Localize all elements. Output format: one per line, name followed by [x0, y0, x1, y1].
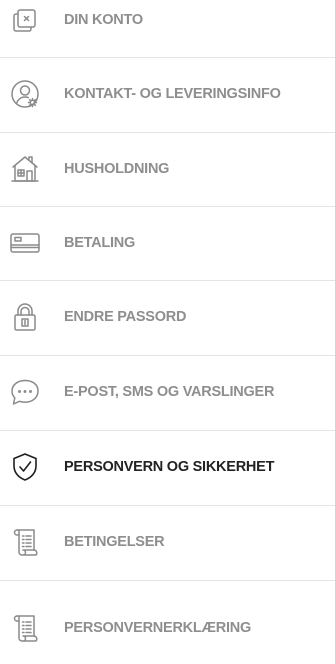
menu-item-label: E-POST, SMS OG VARSLINGER: [64, 384, 275, 400]
menu-item-husholdning[interactable]: HUSHOLDNING: [0, 133, 335, 205]
chat-bubble-icon: [9, 376, 41, 408]
account-settings-menu: DIN KONTO KONTAKT- OG LEVERINGSINFO HUSH…: [0, 0, 335, 647]
menu-item-endre-passord[interactable]: ENDRE PASSORD: [0, 281, 335, 353]
scroll-document-icon: [9, 612, 41, 644]
shield-check-icon: [9, 451, 41, 483]
menu-item-personvernerklaering[interactable]: PERSONVERNERKLÆRING: [0, 592, 335, 664]
menu-item-label: BETINGELSER: [64, 534, 165, 550]
menu-item-label: PERSONVERN OG SIKKERHET: [64, 459, 275, 475]
scroll-document-icon: [9, 526, 41, 558]
divider: [0, 580, 335, 581]
house-icon: [9, 153, 41, 185]
menu-item-kontakt-og-leveringsinfo[interactable]: KONTAKT- OG LEVERINGSINFO: [0, 58, 335, 130]
menu-item-epost-sms-og-varslinger[interactable]: E-POST, SMS OG VARSLINGER: [0, 356, 335, 428]
user-settings-icon: [9, 78, 41, 110]
menu-item-label: BETALING: [64, 235, 136, 251]
menu-item-label: DIN KONTO: [64, 12, 143, 28]
menu-item-din-konto[interactable]: DIN KONTO: [0, 0, 335, 56]
menu-item-label: KONTAKT- OG LEVERINGSINFO: [64, 86, 281, 102]
padlock-icon: [9, 301, 41, 333]
menu-item-betingelser[interactable]: BETINGELSER: [0, 506, 335, 578]
menu-item-betaling[interactable]: BETALING: [0, 207, 335, 279]
credit-card-icon: [9, 227, 41, 259]
menu-item-label: PERSONVERNERKLÆRING: [64, 620, 251, 636]
account-card-icon: [9, 4, 41, 36]
menu-item-personvern-og-sikkerhet[interactable]: PERSONVERN OG SIKKERHET: [0, 431, 335, 503]
menu-item-label: HUSHOLDNING: [64, 161, 170, 177]
menu-item-label: ENDRE PASSORD: [64, 309, 187, 325]
